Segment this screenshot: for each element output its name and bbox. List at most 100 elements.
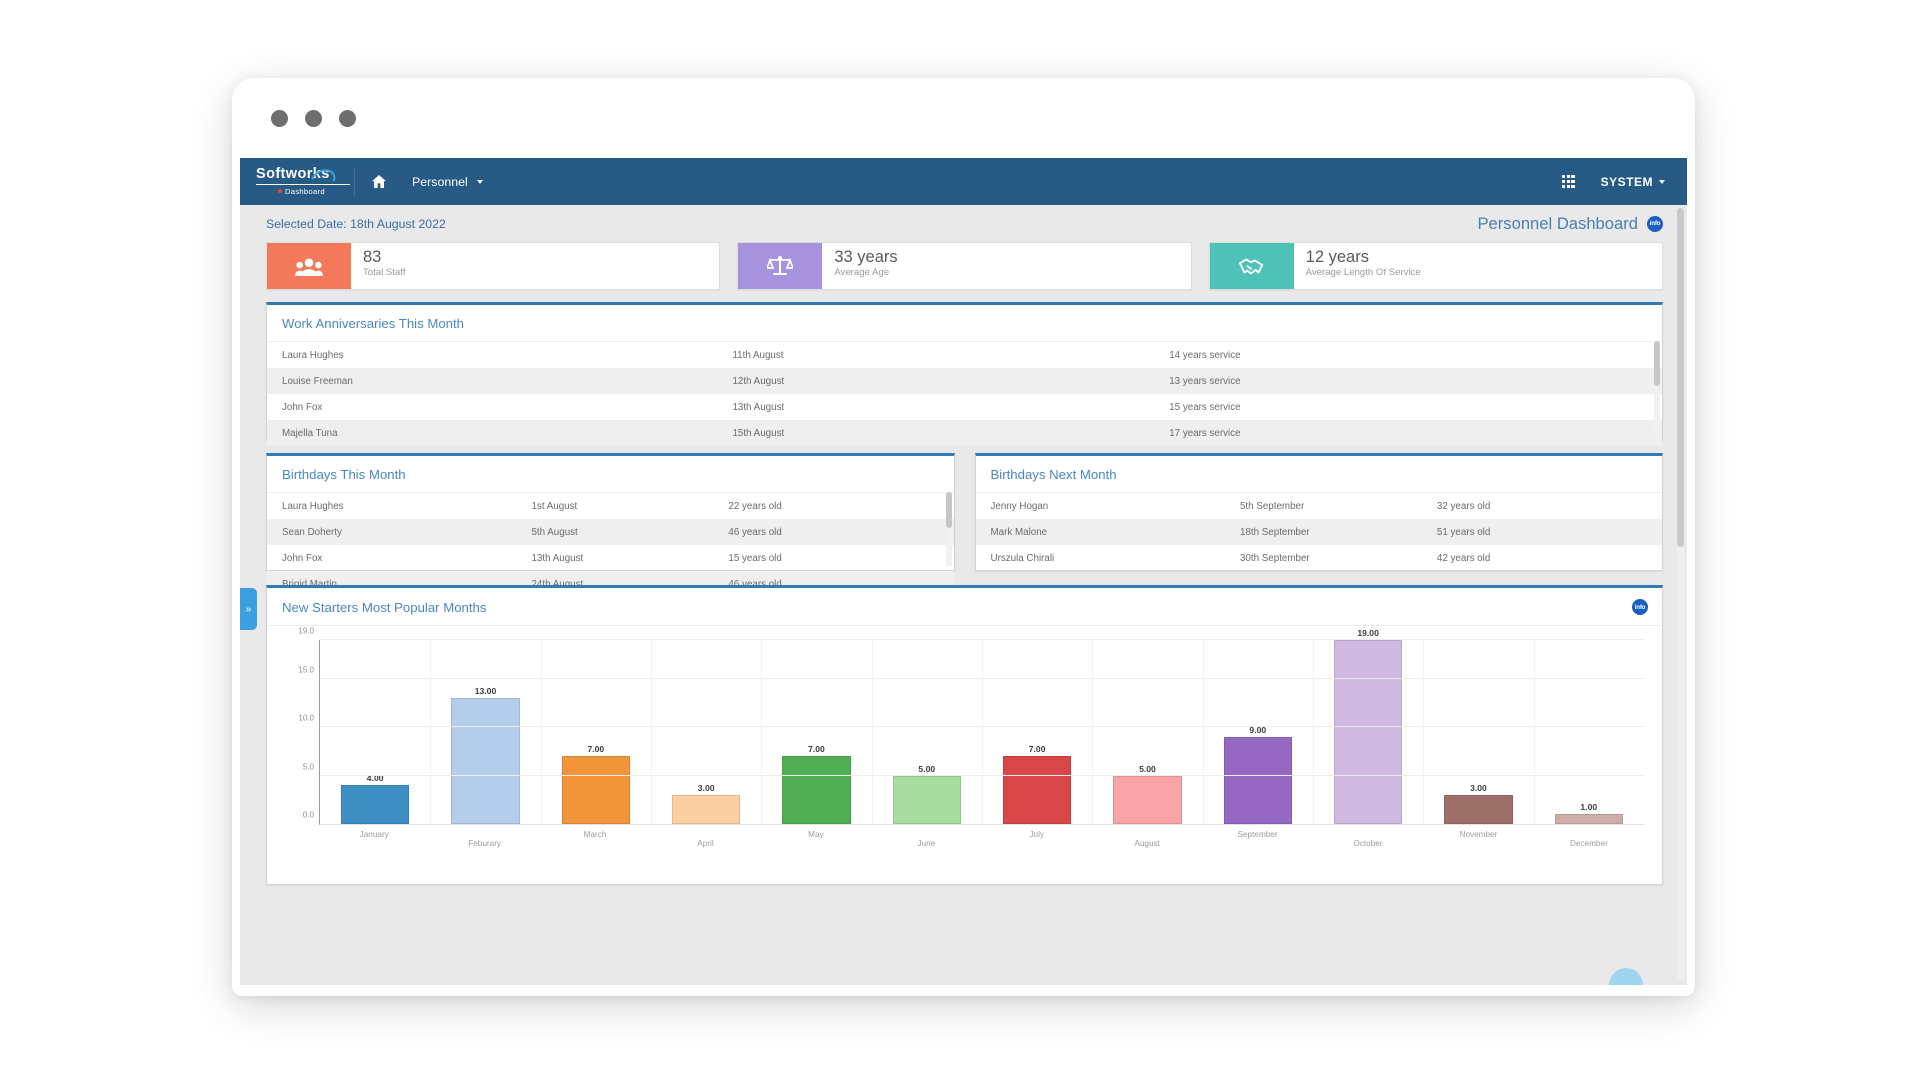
chart-bar-slot: 7.00 [761, 640, 871, 824]
chart-bar[interactable]: 13.00 [451, 686, 520, 824]
row-name: Jenny Hogan [990, 500, 1049, 512]
kpi-card-length-of-service[interactable]: 12 years Average Length Of Service [1208, 242, 1663, 290]
chart-vertical-gridline [1313, 640, 1314, 824]
row-detail: 51 years old [1436, 526, 1491, 538]
table-row[interactable]: Majella Tuna 15th August 17 years servic… [267, 420, 1662, 446]
panel-title: New Starters Most Popular Months [282, 599, 487, 615]
chart-x-tick-label: July [1029, 830, 1045, 839]
row-date: 30th September [1239, 552, 1310, 564]
chevron-down-icon [1659, 179, 1665, 184]
chart-bar-value-label: 7.00 [808, 744, 825, 755]
chart-bar[interactable]: 7.00 [1002, 744, 1072, 824]
app-viewport: Softworks Dashboard Personnel SYSTEM Sel… [240, 158, 1687, 985]
kpi-card-total-staff[interactable]: 83 Total Staff [266, 242, 721, 290]
nav-personnel-label: Personnel [412, 174, 468, 189]
window-dot-3[interactable] [339, 109, 356, 127]
chart-x-tick-label: May [808, 830, 824, 839]
chart-bar[interactable]: 9.00 [1223, 725, 1292, 824]
chart-bar-slot: 9.00 [1203, 640, 1313, 824]
table-row[interactable]: John Fox 13th August 15 years service [267, 394, 1662, 420]
chart-bar[interactable]: 7.00 [561, 744, 631, 824]
window-dot-1[interactable] [271, 109, 288, 127]
info-icon[interactable]: info [1632, 599, 1648, 615]
panel-scrollbar[interactable] [1654, 341, 1660, 435]
navbar-right: SYSTEM [1562, 175, 1687, 189]
chart-vertical-gridline [651, 640, 652, 824]
table-row[interactable]: Laura Hughes 1st August 22 years old [267, 493, 954, 519]
chart-bar-slot: 3.00 [1423, 640, 1533, 824]
row-name: John Fox [282, 401, 323, 413]
row-date: 11th August [732, 349, 784, 361]
scales-icon [738, 243, 823, 289]
chart-bar-slot: 7.00 [982, 640, 1092, 824]
chart-y-tick-label: 19.0 [298, 626, 314, 636]
row-detail: 42 years old [1436, 552, 1491, 564]
table-row[interactable]: Laura Hughes 11th August 14 years servic… [267, 342, 1662, 368]
panel-header: New Starters Most Popular Months info [267, 588, 1662, 626]
kpi-label: Average Age [834, 267, 890, 279]
row-detail: 32 years old [1436, 500, 1491, 512]
birthdays-this-month-list: Laura Hughes 1st August 22 years old Sea… [267, 493, 954, 597]
table-row[interactable]: John Fox 13th August 15 years old [267, 545, 954, 571]
sidebar-expand-toggle[interactable]: » [240, 588, 257, 630]
chart-y-tick-label: 5.0 [302, 762, 314, 772]
panel-birthdays-next-month: Birthdays Next Month Jenny Hogan 5th Sep… [974, 453, 1663, 571]
page-scrollbar[interactable] [1677, 208, 1684, 979]
birthdays-next-month-list: Jenny Hogan 5th September 32 years old M… [975, 493, 1663, 571]
home-icon [372, 175, 386, 188]
chart-bar[interactable]: 19.00 [1333, 628, 1403, 824]
panel-title: Work Anniversaries This Month [282, 316, 465, 331]
row-date: 13th August [732, 401, 785, 413]
window-dot-2[interactable] [305, 109, 322, 127]
panel-header: Work Anniversaries This Month [267, 305, 1662, 342]
chart-bar[interactable]: 3.00 [1444, 783, 1513, 824]
kpi-value: 33 years [834, 248, 898, 266]
kpi-card-average-age[interactable]: 33 years Average Age [737, 242, 1192, 290]
chart-x-tick-label: March [583, 830, 607, 839]
system-menu-label: SYSTEM [1600, 174, 1653, 189]
page-title: Personnel Dashboard [1477, 213, 1638, 233]
panel-scrollbar[interactable] [945, 492, 952, 566]
table-row[interactable]: Mark Malone 18th September 51 years old [975, 519, 1662, 545]
info-icon[interactable]: info [1647, 215, 1663, 232]
chart-x-tick-label: Feburary [468, 839, 502, 848]
table-row[interactable]: Jenny Hogan 5th September 32 years old [976, 493, 1663, 519]
table-row[interactable]: Sean Doherty 5th August 46 years old [267, 519, 954, 545]
panel-new-starters-chart: New Starters Most Popular Months info 4.… [266, 585, 1663, 885]
row-detail: 46 years old [728, 526, 782, 538]
chart-vertical-gridline [871, 640, 873, 824]
nav-personnel-menu[interactable]: Personnel [399, 158, 496, 205]
kpi-value: 83 [363, 248, 382, 266]
chart-bar[interactable]: 1.00 [1554, 802, 1623, 824]
chart-x-tick-label: October [1353, 839, 1383, 848]
panel-header: Birthdays This Month [267, 456, 954, 493]
table-row[interactable]: Urszula Chirali 30th September 42 years … [976, 545, 1663, 571]
kpi-value: 12 years [1305, 248, 1369, 266]
row-name: Mark Malone [990, 526, 1048, 538]
chart-bar[interactable]: 7.00 [782, 744, 851, 824]
row-name: Laura Hughes [282, 500, 344, 512]
brand-name: Softworks [256, 167, 350, 185]
row-name: Louise Freeman [282, 375, 353, 387]
grid-apps-icon[interactable] [1562, 175, 1575, 188]
chart-bar[interactable]: 5.00 [1113, 764, 1182, 824]
row-date: 18th September [1239, 526, 1310, 538]
system-menu[interactable]: SYSTEM [1601, 175, 1665, 189]
table-row[interactable]: Louise Freeman 12th August 13 years serv… [267, 368, 1662, 394]
kpi-text: 33 years Average Age [822, 243, 897, 289]
row-date: 5th August [531, 526, 578, 538]
chart-bar-slot: 3.00 [651, 640, 761, 824]
chart-bar[interactable]: 5.00 [892, 764, 961, 824]
brand-logo[interactable]: Softworks Dashboard [240, 165, 350, 196]
nav-home[interactable] [359, 158, 399, 205]
chevron-down-icon [476, 179, 483, 184]
chart-vertical-gridline [1533, 640, 1535, 824]
chevron-double-right-icon: » [245, 603, 252, 615]
chart-bar[interactable]: 4.00 [340, 773, 410, 824]
dashboard-content: 83 Total Staff 33 years Average Age 12 y… [240, 242, 1687, 985]
top-navbar: Softworks Dashboard Personnel SYSTEM [240, 158, 1687, 205]
kpi-row: 83 Total Staff 33 years Average Age 12 y… [266, 242, 1663, 290]
chart-bar[interactable]: 3.00 [671, 783, 741, 824]
chart-bar-slot: 4.00 [320, 640, 430, 824]
chart-bar-slot: 5.00 [872, 640, 982, 824]
